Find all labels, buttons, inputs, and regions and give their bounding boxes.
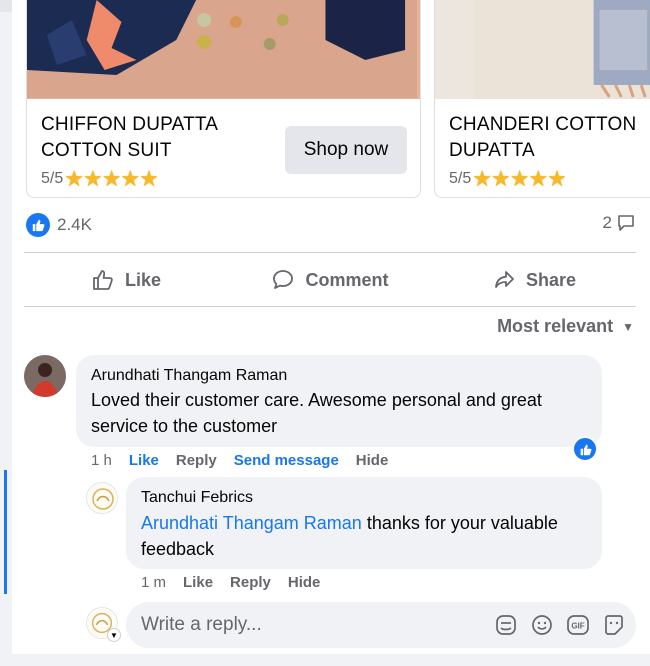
sort-label: Most relevant (497, 316, 614, 336)
divider (24, 252, 636, 253)
reply-meta: 1 m Like Reply Hide (141, 574, 337, 591)
reply-text: Arundhati Thangam Raman thanks for your … (141, 510, 587, 562)
comment-reply-link[interactable]: Reply (176, 452, 217, 469)
send-message-link[interactable]: Send message (234, 452, 339, 469)
page-avatar[interactable] (86, 482, 118, 514)
shop-now-button[interactable]: Shop now (285, 126, 407, 174)
rating-text: 5/5 (41, 170, 64, 187)
product-name: CHIFFON DUPATTA COTTON SUIT (41, 112, 218, 164)
product-name-line1: CHANDERI COTTON (449, 114, 637, 135)
product-name-line2: DUPATTA (449, 140, 535, 161)
comment-label: Comment (305, 269, 389, 290)
caret-down-icon: ▼ (622, 319, 634, 334)
product-rating: 5/5 ★★★★★ (449, 166, 567, 192)
reactions-count: 2.4K (57, 215, 92, 234)
comment-text: Loved their customer care. Awesome perso… (91, 390, 542, 436)
reply-reply-link[interactable]: Reply (230, 574, 271, 591)
product-card-chiffon[interactable]: CHIFFON DUPATTA COTTON SUIT 5/5 ★★★★★ Sh… (26, 0, 421, 198)
avatar[interactable] (24, 355, 66, 397)
comment-sort-dropdown[interactable]: Most relevant ▼ (497, 316, 634, 337)
composer-tools: GIF (494, 613, 626, 637)
comment-bubble: Arundhati Thangam Raman Loved their cust… (76, 355, 602, 447)
comment-time[interactable]: 1 h (91, 452, 112, 469)
comment-icon (273, 270, 294, 289)
product-card-chanderi[interactable]: CHANDERI COTTON DUPATTA 5/5 ★★★★★ (434, 0, 650, 198)
comment-author[interactable]: Arundhati Thangam Raman (91, 367, 587, 385)
chevron-down-icon[interactable]: ▼ (107, 628, 121, 642)
product-rating: 5/5 ★★★★★ (41, 166, 159, 192)
star-rating-icon: ★★★★★ (472, 166, 567, 191)
star-rating-icon: ★★★★★ (64, 166, 159, 191)
post-action-bar: Like Comment Share (24, 256, 636, 304)
comment-hide-link[interactable]: Hide (356, 452, 389, 469)
reply-hide-link[interactable]: Hide (288, 574, 321, 591)
reply-input[interactable]: Write a reply... GIF (126, 602, 636, 648)
like-label: Like (124, 269, 162, 290)
comment-meta: 1 h Like Reply Send message Hide (91, 452, 405, 469)
like-reaction-icon (26, 213, 50, 237)
product-name-line1: CHIFFON DUPATTA (41, 114, 219, 135)
comment-button[interactable]: Comment (228, 256, 432, 304)
product-image[interactable] (435, 0, 650, 99)
share-label: Share (525, 269, 577, 290)
comments-count-text: 2 (602, 213, 612, 232)
svg-text:GIF: GIF (571, 622, 584, 631)
reply-time[interactable]: 1 m (141, 574, 166, 591)
sticker-icon[interactable] (494, 613, 518, 637)
rating-text: 5/5 (449, 170, 472, 187)
product-name: CHANDERI COTTON DUPATTA (449, 112, 636, 164)
comments-count[interactable]: 2 (603, 213, 636, 233)
share-button[interactable]: Share (432, 256, 636, 304)
avatar-photo (24, 355, 66, 397)
divider (24, 306, 636, 307)
like-reaction-icon[interactable] (572, 436, 598, 462)
reply-like-link[interactable]: Like (183, 574, 213, 591)
like-button[interactable]: Like (24, 256, 228, 304)
thread-line (4, 470, 7, 594)
share-icon (495, 271, 514, 288)
reply-placeholder: Write a reply... (141, 614, 262, 635)
reactions-summary[interactable]: 2.4K (26, 213, 92, 237)
gif-icon[interactable]: GIF (566, 613, 590, 637)
reply-mention[interactable]: Arundhati Thangam Raman (141, 513, 362, 533)
reply-author[interactable]: Tanchui Febrics (141, 489, 587, 507)
composer-avatar[interactable]: ▼ (86, 607, 121, 642)
emoji-icon[interactable] (530, 613, 554, 637)
avatar-sticker-icon[interactable] (602, 613, 626, 637)
product-name-line2: COTTON SUIT (41, 140, 172, 161)
thumbs-up-icon (93, 270, 113, 290)
reply-bubble: Tanchui Febrics Arundhati Thangam Raman … (126, 477, 602, 569)
product-image[interactable] (27, 0, 420, 99)
comment-like-link[interactable]: Like (129, 452, 159, 469)
comment-count-icon (618, 215, 634, 231)
